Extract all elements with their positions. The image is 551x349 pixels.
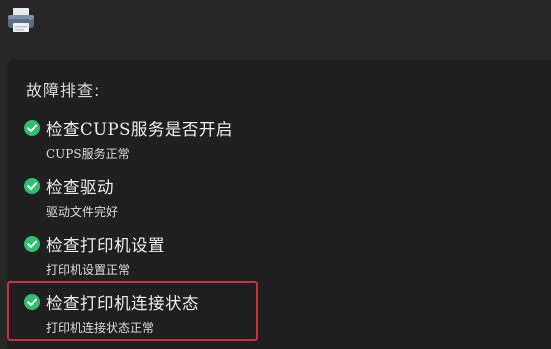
step-title: 检查CUPS服务是否开启 xyxy=(46,120,233,139)
check-circle-icon xyxy=(24,236,40,252)
check-circle-icon xyxy=(24,178,40,194)
check-circle-icon xyxy=(24,120,40,136)
step-status: 驱动文件完好 xyxy=(46,205,119,219)
step-title: 检查驱动 xyxy=(46,178,114,197)
step-check-cups: 检查CUPS服务是否开启 CUPS服务正常 xyxy=(7,118,547,174)
troubleshoot-panel: 故障排查: 检查CUPS服务是否开启 CUPS服务正常 检查驱动 驱动文件完好 … xyxy=(7,60,551,349)
step-title: 检查打印机设置 xyxy=(46,236,165,255)
printer-icon xyxy=(6,7,36,33)
step-status: CUPS服务正常 xyxy=(46,147,130,161)
step-check-driver: 检查驱动 驱动文件完好 xyxy=(7,176,547,232)
panel-title: 故障排查: xyxy=(26,81,101,100)
step-status: 打印机设置正常 xyxy=(46,263,131,277)
highlight-box xyxy=(7,281,258,341)
top-bar xyxy=(0,0,551,48)
